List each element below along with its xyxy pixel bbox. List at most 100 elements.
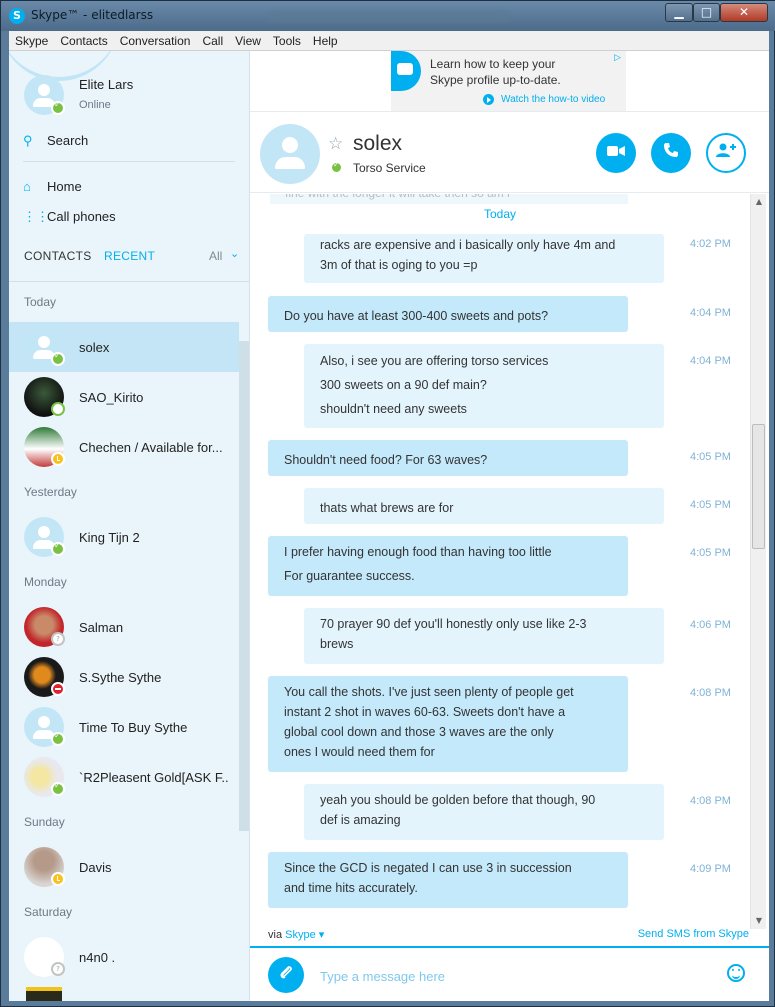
contact-row-time-to-buy-sythe[interactable]: Time To Buy Sythe: [9, 702, 239, 752]
close-button[interactable]: ✕: [720, 3, 768, 22]
contact-avatar[interactable]: [260, 124, 320, 184]
sidebar: Elite Lars Online ⚲ Search ⌂ Home ⋮⋮Call p…: [9, 51, 250, 1001]
message-line: ones I would need them for: [284, 745, 435, 759]
contact-row-chechen[interactable]: Chechen / Available for...: [9, 422, 239, 472]
menu-skype[interactable]: Skype: [9, 31, 54, 49]
message-timestamp: 4:08 PM: [690, 687, 731, 699]
conversation-contact-name[interactable]: solex: [353, 132, 402, 156]
message-line: Also, i see you are offering torso servi…: [320, 354, 549, 368]
ad-cta-link[interactable]: Watch the how-to video: [501, 94, 605, 105]
message-timestamp: 4:02 PM: [690, 238, 731, 250]
online-status-icon: [51, 351, 65, 366]
message-bubble-sent[interactable]: thats what brews are for: [304, 488, 664, 524]
contact-name: SAO_Kirito: [79, 390, 144, 405]
ad-choices-icon[interactable]: ▷: [614, 53, 624, 63]
call-phones-label: Call phones: [47, 209, 116, 224]
contact-row-r2pleasent-gold[interactable]: `R2Pleasent Gold[ASK F...: [9, 752, 239, 802]
search-link[interactable]: ⚲ Search: [23, 129, 88, 153]
previous-message-partial: fine with the longer it will take then s…: [270, 194, 628, 204]
contact-row-davis[interactable]: Davis: [9, 842, 239, 892]
message-history[interactable]: fine with the longer it will take then s…: [250, 194, 769, 944]
profile-presence[interactable]: Online: [79, 99, 111, 111]
favorite-star-icon[interactable]: ☆: [328, 134, 343, 154]
message-line: 300 sweets on a 90 def main?: [320, 378, 487, 392]
message-line: and time hits accurately.: [284, 881, 418, 895]
scrollbar-thumb[interactable]: [752, 424, 765, 549]
message-options-bar: via Skype ▾ Send SMS from Skype: [250, 924, 769, 948]
contact-row-king-tijn-2[interactable]: King Tijn 2: [9, 512, 239, 562]
away-status-icon: [51, 872, 65, 886]
group-header-yesterday: Yesterday: [24, 485, 77, 499]
chevron-down-icon[interactable]: ⌄: [230, 247, 239, 260]
message-input[interactable]: [320, 966, 700, 986]
contact-row-s-sythe[interactable]: S.Sythe Sythe: [9, 652, 239, 702]
conversation-pane: Learn how to keep your Skype profile up-…: [250, 51, 769, 1001]
menu-bar: Skype Contacts Conversation Call View To…: [9, 31, 769, 51]
ad-banner[interactable]: Learn how to keep your Skype profile up-…: [391, 51, 626, 111]
message-line: thats what brews are for: [320, 501, 454, 515]
menu-contacts[interactable]: Contacts: [54, 31, 113, 49]
message-timestamp: 4:08 PM: [690, 795, 731, 807]
contact-tabs: CONTACTS RECENT All ⌄: [24, 247, 242, 267]
message-timestamp: 4:04 PM: [690, 355, 731, 367]
menu-conversation[interactable]: Conversation: [114, 31, 197, 49]
unknown-status-icon: ?: [51, 962, 65, 976]
via-selector[interactable]: via Skype ▾: [268, 928, 324, 941]
offline-status-icon: [51, 402, 65, 416]
tab-contacts[interactable]: CONTACTS: [24, 249, 92, 263]
video-call-button[interactable]: [596, 133, 636, 173]
call-phones-link[interactable]: ⋮⋮Call phones: [23, 205, 116, 229]
contact-name: solex: [79, 340, 110, 355]
contact-row-solex[interactable]: solex: [9, 322, 239, 372]
contact-name: Chechen / Available for...: [79, 440, 223, 455]
add-people-button[interactable]: [706, 133, 746, 173]
message-bubble-sent[interactable]: 70 prayer 90 def you'll honestly only us…: [304, 608, 664, 664]
message-line: For guarantee success.: [284, 569, 415, 583]
menu-help[interactable]: Help: [307, 31, 344, 49]
message-timestamp: 4:05 PM: [690, 547, 731, 559]
message-timestamp: 4:05 PM: [690, 451, 731, 463]
message-bubble-received[interactable]: Shouldn't need food? For 63 waves?: [268, 440, 628, 476]
message-bubble-sent[interactable]: yeah you should be golden before that th…: [304, 784, 664, 840]
group-header-saturday: Saturday: [24, 905, 73, 919]
minimize-button[interactable]: ▁: [665, 3, 693, 22]
message-bubble-received[interactable]: Since the GCD is negated I can use 3 in …: [268, 852, 628, 908]
voice-call-button[interactable]: [651, 133, 691, 173]
title-bar[interactable]: S Skype™ - elitedlarss ▁ □ ✕: [1, 1, 775, 31]
contact-row-n4n0[interactable]: ? n4n0 .: [9, 932, 239, 982]
tab-recent[interactable]: RECENT: [104, 249, 155, 263]
contact-name: Time To Buy Sythe: [79, 720, 188, 735]
message-line: def is amazing: [320, 813, 401, 827]
message-bubble-received[interactable]: I prefer having enough food than having …: [268, 536, 628, 596]
skype-logo-icon: S: [9, 8, 25, 24]
maximize-button[interactable]: □: [693, 3, 720, 22]
online-status-icon: [51, 731, 65, 746]
scroll-up-arrow-icon[interactable]: ▲: [751, 194, 767, 210]
chevron-down-icon[interactable]: ▾: [319, 929, 325, 941]
phone-icon: [664, 143, 678, 157]
message-timestamp: 4:06 PM: [690, 619, 731, 631]
contact-name: S.Sythe Sythe: [79, 670, 162, 685]
menu-tools[interactable]: Tools: [267, 31, 307, 49]
message-bubble-received[interactable]: Do you have at least 300-400 sweets and …: [268, 296, 628, 332]
profile-card[interactable]: Elite Lars Online: [9, 51, 249, 123]
online-status-icon: [51, 541, 65, 556]
filter-dropdown[interactable]: All: [209, 249, 222, 263]
unknown-status-icon: ?: [51, 632, 65, 646]
via-service-dropdown[interactable]: Skype: [285, 929, 316, 941]
contact-mood-message: Torso Service: [353, 161, 426, 175]
message-scrollbar[interactable]: ▲ ▼: [750, 194, 766, 929]
message-bubble-received[interactable]: You call the shots. I've just seen plent…: [268, 676, 628, 772]
message-line: You call the shots. I've just seen plent…: [284, 685, 574, 699]
menu-call[interactable]: Call: [196, 31, 229, 49]
send-sms-link[interactable]: Send SMS from Skype: [638, 928, 749, 940]
menu-view[interactable]: View: [229, 31, 267, 49]
message-bubble-sent[interactable]: racks are expensive and i basically only…: [304, 234, 664, 283]
contact-list-scrollbar[interactable]: [239, 341, 249, 831]
contact-row-sao-kirito[interactable]: SAO_Kirito: [9, 372, 239, 422]
contact-row-salman[interactable]: ? Salman: [9, 602, 239, 652]
emoticon-icon[interactable]: [727, 964, 745, 982]
message-bubble-sent[interactable]: Also, i see you are offering torso servi…: [304, 344, 664, 428]
attach-button[interactable]: [268, 957, 304, 993]
home-link[interactable]: ⌂ Home: [23, 175, 82, 199]
